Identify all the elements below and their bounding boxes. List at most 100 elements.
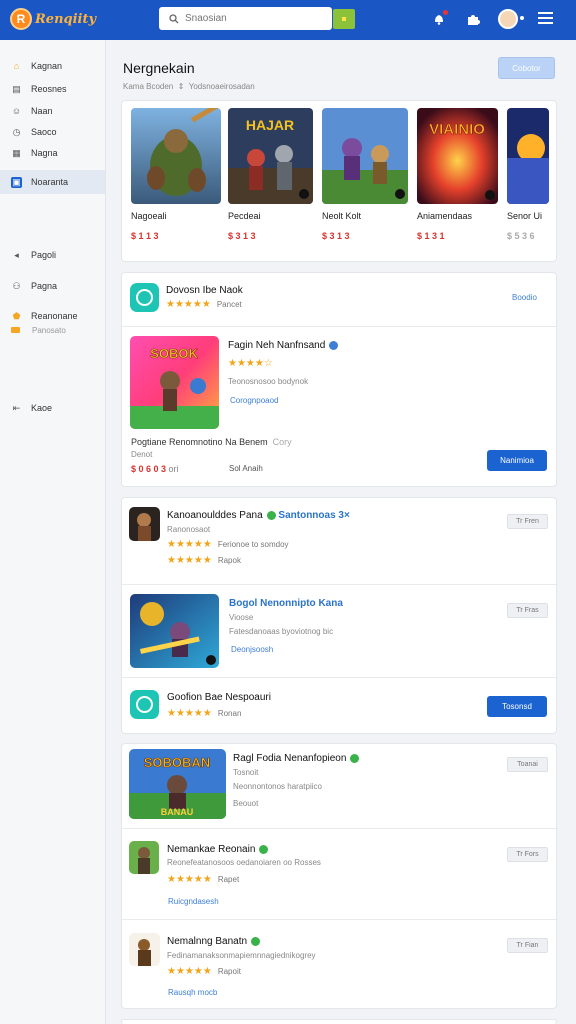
divider — [122, 326, 556, 327]
card4-row3-rating-stars: ★★★★★ Rapoit — [167, 966, 241, 977]
avatar-caret-icon[interactable] — [520, 16, 524, 20]
card4-row2-link[interactable]: Ruicgndasesh — [168, 897, 219, 906]
store-icon: ▤ — [12, 83, 21, 94]
page-subtitle: Kama Bcoden ⇕ Yodsnoaeirosadan — [123, 82, 255, 91]
user-icon: ☺ — [11, 106, 22, 116]
sidebar-item-label: Saoco — [31, 127, 57, 137]
row3-rating-stars: ★★★★★ Ronan — [167, 708, 242, 719]
card4-row1-link[interactable]: Beouot — [233, 799, 258, 808]
sidebar-item-back[interactable]: ◂ Pagoli — [0, 244, 105, 266]
featured-name-4: Aniamendaas — [417, 211, 473, 221]
svg-text:SOBOK: SOBOK — [150, 346, 198, 361]
sidebar-item-grid[interactable]: ▦ Nagna — [0, 142, 105, 164]
home-icon: ⌂ — [13, 61, 20, 71]
row1-thumbnail[interactable] — [129, 507, 160, 541]
card4-row2-thumbnail[interactable] — [129, 841, 159, 874]
divider — [122, 919, 556, 920]
logo[interactable]: R Renqiity — [10, 8, 96, 30]
game-meta: Pogtiane Renomnotino Na Benem Cory — [131, 437, 292, 447]
game-price: $ 0 6 0 3 ori — [131, 464, 179, 474]
search-input[interactable] — [185, 13, 315, 24]
logo-mark-icon: R — [10, 8, 32, 30]
sidebar-item-star[interactable]: ⬟ Reanonane — [0, 305, 105, 327]
row2-desc: Fatesdanoaas byoviotnog bic — [229, 627, 334, 636]
avatar[interactable] — [498, 9, 518, 29]
row1-rating-stars-2: ★★★★★ Rapok — [167, 555, 241, 566]
card4-row1-desc: Neonnontonos haratpiico — [233, 782, 322, 791]
row3-button[interactable]: Tosonsd — [487, 696, 547, 717]
verified-icon — [350, 753, 360, 763]
app-title: Dovosn Ibe Naok — [166, 285, 243, 296]
folder-icon — [11, 327, 20, 333]
featured-tile-4[interactable]: VIAINIO — [417, 108, 498, 204]
row2-thumbnail[interactable] — [130, 594, 219, 668]
featured-tile-2[interactable]: HAJAR — [228, 108, 313, 204]
sidebar-item-user[interactable]: ☺ Naan — [0, 100, 105, 122]
verified-icon — [266, 510, 276, 520]
grid-icon: ▦ — [12, 147, 21, 158]
featured-tile-3[interactable] — [322, 108, 408, 204]
row3-teal-icon[interactable] — [130, 690, 159, 719]
divider — [122, 584, 556, 585]
card4-row3-button[interactable]: Tr Fian — [507, 938, 548, 953]
row1-title: Kanoanoulddes Pana Santonnoas 3× — [167, 510, 350, 521]
featured-price-3: $ 3 1 3 — [322, 231, 350, 241]
header-button[interactable]: Cobotor — [498, 57, 555, 79]
row2-sub: Vioose — [229, 613, 254, 622]
menu-icon[interactable] — [538, 12, 553, 24]
sidebar-item-home[interactable]: ⌂ Kagnan — [0, 55, 105, 77]
svg-text:VIAINIO: VIAINIO — [429, 121, 485, 138]
card4-row1-thumbnail[interactable]: SOBOBAN BANAU — [129, 749, 226, 819]
sidebar-item-apps[interactable]: ▣ Noaranta — [0, 170, 105, 194]
card4-row2-button[interactable]: Tr Fors — [507, 847, 548, 862]
search-box[interactable] — [159, 7, 332, 30]
featured-name-3: Neolt Kolt — [322, 211, 362, 221]
apps-icon: ▣ — [11, 176, 22, 188]
sidebar-item-label: Reanonane — [31, 311, 78, 321]
notification-icon[interactable] — [430, 10, 448, 28]
svg-text:BANAU: BANAU — [161, 807, 194, 817]
sidebar-item-exit[interactable]: ⇤ Kaoe — [0, 397, 105, 419]
svg-text:SOBOBAN: SOBOBAN — [144, 755, 210, 770]
divider — [122, 677, 556, 678]
game-thumbnail[interactable]: SOBOK — [130, 336, 219, 429]
featured-name-5: Senor Ui — [507, 211, 543, 221]
featured-tile-5[interactable] — [507, 108, 549, 204]
game-buy-button[interactable]: Nanimioa — [487, 450, 547, 471]
sidebar-item-label: Kaoe — [31, 403, 53, 413]
card4-row3-desc: Fedinamanaksonmapiemnnagiednikogrey — [167, 951, 316, 960]
top-bar: R Renqiity — [0, 0, 576, 40]
featured-name-2: Pecdeai — [228, 211, 261, 221]
app-link[interactable]: Boodio — [512, 293, 537, 302]
page-title: Nergnekain — [123, 60, 195, 76]
row2-link[interactable]: Deonjsoosh — [231, 645, 273, 654]
card4-row1-button[interactable]: Toanai — [507, 757, 548, 772]
divider — [122, 828, 556, 829]
clock-icon: ◷ — [12, 126, 21, 137]
puzzle-icon[interactable] — [464, 10, 482, 28]
card4-row2-rating-stars: ★★★★★ Rapet — [167, 874, 240, 885]
sidebar-item-label: Reosnes — [31, 84, 67, 94]
row1-button[interactable]: Tr Fren — [507, 514, 548, 529]
card4-row3-title: Nemalnng Banatn — [167, 936, 261, 947]
sidebar-item-label: Noaranta — [31, 177, 69, 187]
sidebar-item-people[interactable]: ⚇ Pagna — [0, 275, 105, 297]
game-sold: Sol Anaih — [229, 464, 263, 473]
card4-row3-link[interactable]: Rausqh mocb — [168, 988, 217, 997]
card4-row1-title: Ragl Fodia Nenanfopieon — [233, 753, 360, 764]
sidebar-item-label: Nagna — [31, 148, 58, 158]
search-button[interactable] — [333, 9, 355, 29]
featured-price-2: $ 3 1 3 — [228, 231, 256, 241]
game-link[interactable]: Corognpoaod — [230, 396, 278, 405]
card4-row2-desc: Reonefeatanosoos oedanoiaren oo Rosses — [167, 858, 321, 867]
row2-button[interactable]: Tr Fras — [507, 603, 548, 618]
card4-row3-thumbnail[interactable] — [129, 933, 160, 966]
app-teal-icon[interactable] — [130, 283, 159, 312]
featured-price-5: $ 5 3 6 — [507, 231, 535, 241]
search-button-icon — [342, 17, 346, 21]
sidebar-item-label: Kagnan — [31, 61, 63, 71]
sidebar-item-store[interactable]: ▤ Reosnes — [0, 78, 105, 100]
next-card-edge — [121, 1019, 557, 1024]
sidebar-item-clock[interactable]: ◷ Saoco — [0, 121, 105, 143]
featured-tile-1[interactable] — [131, 108, 221, 204]
